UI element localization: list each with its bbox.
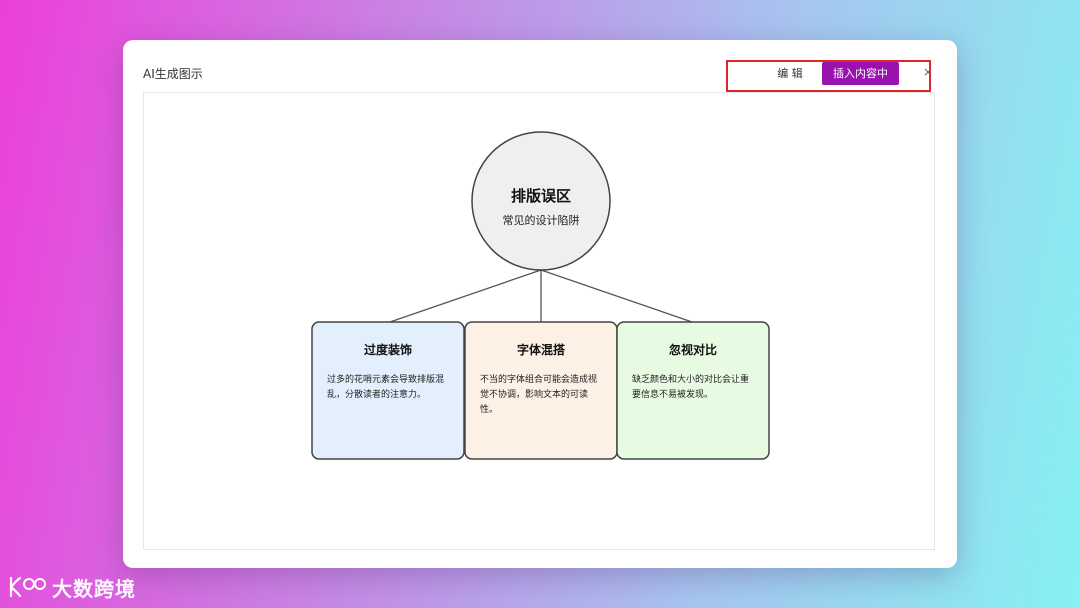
insert-content-button[interactable]: 插入内容中 (822, 62, 899, 85)
connector-line-3 (540, 269, 693, 323)
box-2-title: 字体混搭 (516, 343, 565, 357)
diagram-svg (311, 131, 770, 460)
center-title: 排版误区 (510, 187, 571, 205)
diagram-canvas: 排版误区 常见的设计陷阱 过度装饰 过多的花哨元素会导致排版混乱，分散读者的注意… (143, 92, 935, 550)
box-3-text: 缺乏颜色和大小的对比会让重要信息不易被发现。 (632, 375, 750, 400)
ai-diagram-dialog: AI生成图示 编 辑 插入内容中 × 排版误区 常见的设计陷阱 过度装饰 过多的… (123, 40, 957, 568)
box-1-title: 过度装饰 (363, 343, 412, 357)
box-3-title: 忽视对比 (668, 343, 717, 357)
logo-icon (9, 576, 46, 598)
box-2-text: 不当的字体组合可能会造成视觉不协调，影响文本的可读性。 (480, 375, 598, 415)
watermark-text: 大数跨境 (52, 576, 136, 601)
center-subtitle: 常见的设计陷阱 (502, 214, 580, 227)
dialog-title: AI生成图示 (143, 67, 203, 81)
close-icon[interactable]: × (920, 64, 936, 80)
box-1-text: 过多的花哨元素会导致排版混乱，分散读者的注意力。 (327, 375, 445, 400)
connector-line-1 (389, 269, 542, 323)
edit-button[interactable]: 编 辑 (764, 63, 816, 85)
watermark: 大数跨境 (8, 572, 136, 602)
